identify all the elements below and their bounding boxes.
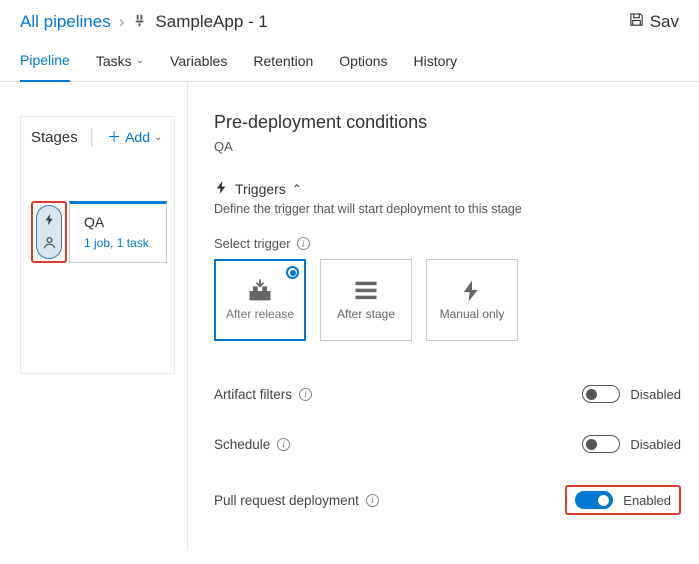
tab-retention[interactable]: Retention: [253, 42, 313, 81]
breadcrumb-root[interactable]: All pipelines: [20, 12, 111, 32]
stage-jobs-link[interactable]: 1 job, 1 task: [84, 236, 152, 250]
triggers-header[interactable]: Triggers ⌃: [214, 180, 681, 198]
trigger-option-after-stage[interactable]: After stage: [320, 259, 412, 341]
chevron-up-icon: ⌃: [292, 182, 302, 196]
opt-label: After release: [226, 307, 294, 322]
tab-options[interactable]: Options: [339, 42, 387, 81]
panel-stage: QA: [214, 139, 681, 154]
artifact-filters-row: Artifact filters i Disabled: [214, 369, 681, 419]
pr-deployment-toggle[interactable]: [575, 491, 613, 509]
tab-variables[interactable]: Variables: [170, 42, 227, 81]
pipeline-icon: [132, 13, 147, 31]
after-stage-icon: [352, 279, 380, 303]
schedule-row: Schedule i Disabled: [214, 419, 681, 469]
manual-icon: [458, 279, 486, 303]
breadcrumb-current: SampleApp - 1: [155, 12, 267, 32]
select-trigger-label: Select trigger: [214, 236, 291, 251]
chevron-down-icon: ⌄: [154, 132, 162, 143]
tab-tasks-label: Tasks: [96, 53, 132, 69]
plus-icon: ＋: [107, 127, 121, 147]
info-icon[interactable]: i: [366, 494, 379, 507]
save-icon: [629, 12, 644, 32]
pr-deployment-state: Enabled: [623, 493, 671, 508]
breadcrumb-separator: ›: [119, 12, 125, 32]
info-icon[interactable]: i: [297, 237, 310, 250]
schedule-toggle[interactable]: [582, 435, 620, 453]
artifact-filters-label: Artifact filters: [214, 387, 292, 402]
tab-tasks[interactable]: Tasks ⌄: [96, 42, 144, 81]
trigger-option-manual[interactable]: Manual only: [426, 259, 518, 341]
divider: │: [88, 129, 97, 146]
after-release-icon: [246, 279, 274, 303]
tab-pipeline[interactable]: Pipeline: [20, 42, 70, 82]
artifact-filters-state: Disabled: [630, 387, 681, 402]
artifact-filters-toggle[interactable]: [582, 385, 620, 403]
pr-deployment-label: Pull request deployment: [214, 493, 359, 508]
add-stage-button[interactable]: ＋ Add ⌄: [107, 127, 162, 147]
info-icon[interactable]: i: [299, 388, 312, 401]
breadcrumb: All pipelines › SampleApp - 1 Sav: [0, 0, 699, 42]
pull-request-deployment-row: Pull request deployment i Enabled: [214, 469, 681, 531]
trigger-icon: [43, 213, 56, 228]
predeployment-conditions-button[interactable]: [31, 201, 67, 263]
info-icon[interactable]: i: [277, 438, 290, 451]
chevron-down-icon: ⌄: [136, 55, 144, 66]
triggers-label: Triggers: [235, 181, 286, 197]
user-icon: [43, 236, 56, 251]
tab-history[interactable]: History: [414, 42, 458, 81]
triggers-description: Define the trigger that will start deplo…: [214, 202, 681, 216]
tabs: Pipeline Tasks ⌄ Variables Retention Opt…: [0, 42, 699, 82]
panel-title: Pre-deployment conditions: [214, 112, 681, 133]
stage-card-qa[interactable]: QA 1 job, 1 task: [69, 201, 167, 263]
radio-selected-icon: [286, 266, 299, 279]
stages-panel: Stages │ ＋ Add ⌄ QA 1: [0, 82, 188, 550]
opt-label: Manual only: [440, 307, 505, 322]
opt-label: After stage: [337, 307, 395, 322]
trigger-options: After release After stage Manual only: [214, 259, 681, 341]
save-button[interactable]: Sav: [629, 12, 679, 32]
save-label: Sav: [650, 12, 679, 32]
schedule-state: Disabled: [630, 437, 681, 452]
trigger-icon: [214, 180, 229, 198]
add-label: Add: [125, 129, 150, 145]
trigger-option-after-release[interactable]: After release: [214, 259, 306, 341]
predeployment-panel: Pre-deployment conditions QA Triggers ⌃ …: [188, 82, 699, 550]
stage-name: QA: [84, 214, 152, 230]
stages-title: Stages: [31, 129, 78, 146]
schedule-label: Schedule: [214, 437, 270, 452]
